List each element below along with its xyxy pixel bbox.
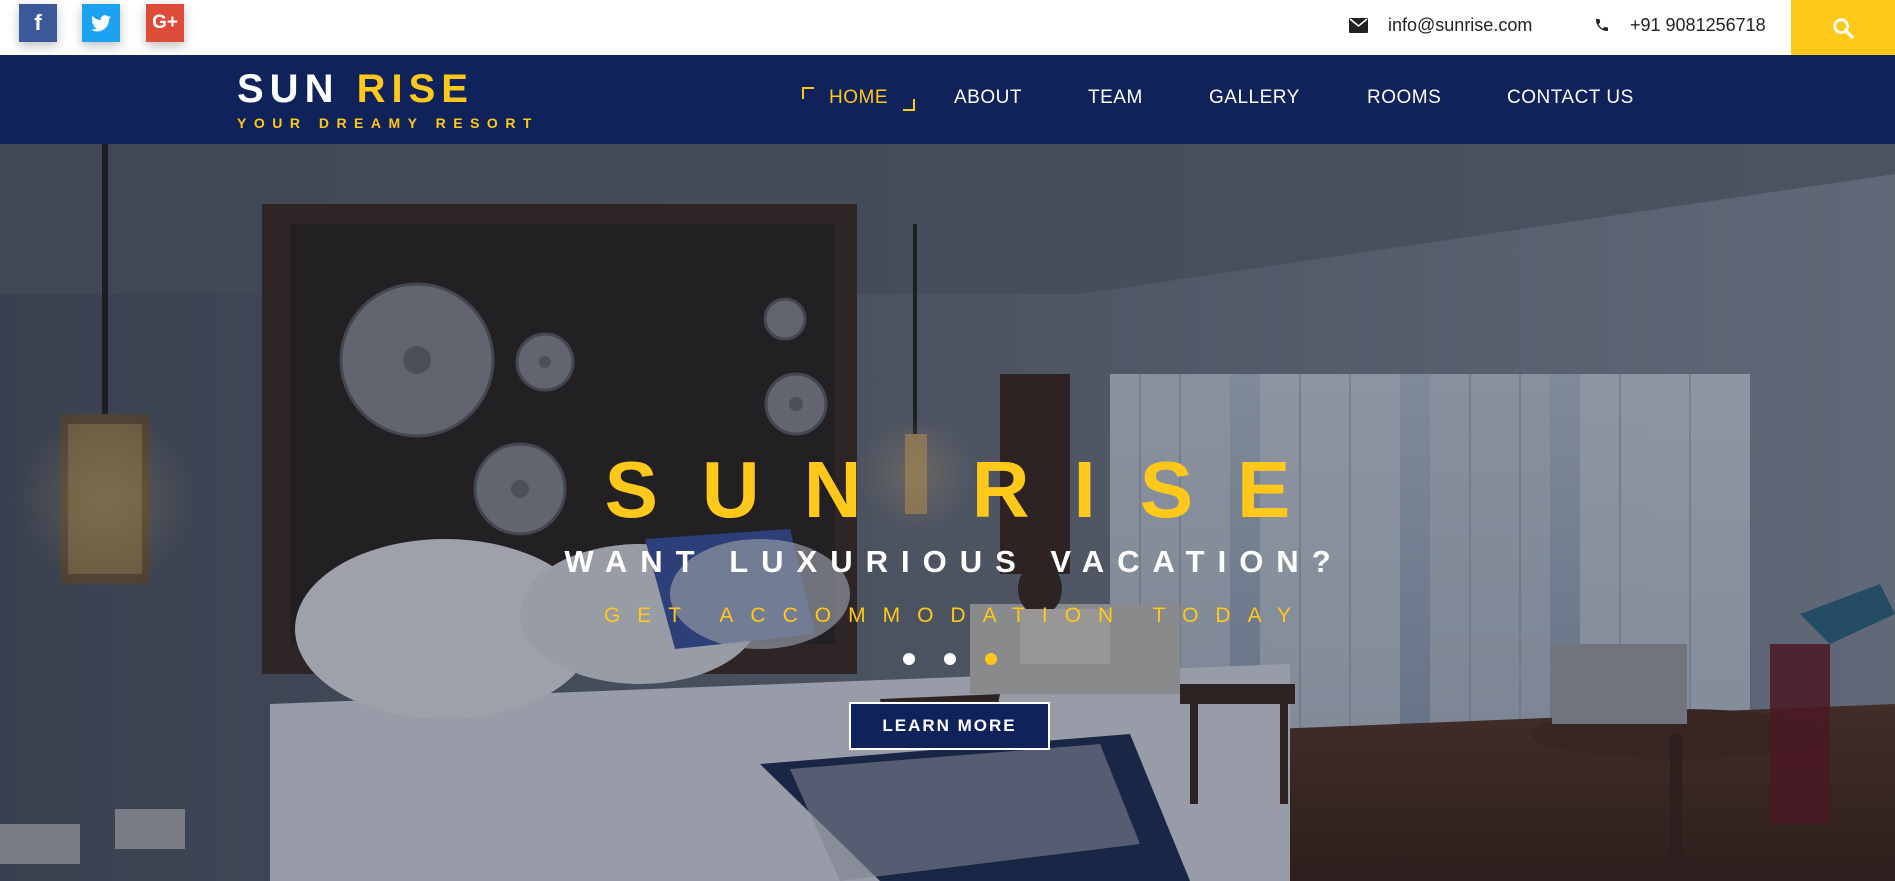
logo-word-rise: RISE — [356, 67, 474, 111]
slider-dots — [903, 653, 997, 665]
main-navbar: SUN RISE YOUR DREAMY RESORT HOME ABOUT T… — [0, 55, 1895, 144]
logo-word-sun: SUN — [237, 67, 340, 111]
nav-team[interactable]: TEAM — [1088, 87, 1143, 109]
email-text: info@sunrise.com — [1388, 14, 1533, 35]
logo-tagline: YOUR DREAMY RESORT — [237, 115, 539, 131]
active-bracket-top-left — [802, 87, 814, 99]
phone-icon — [1594, 17, 1610, 33]
search-button[interactable] — [1791, 0, 1895, 55]
hero-slider: SUN RISE WANT LUXURIOUS VACATION? GET AC… — [0, 144, 1895, 881]
nav-gallery[interactable]: GALLERY — [1209, 87, 1300, 109]
contact-email[interactable]: info@sunrise.com — [1349, 0, 1532, 50]
facebook-glyph: f — [34, 10, 42, 35]
twitter-bird-icon — [91, 14, 111, 31]
nav-contact-us[interactable]: CONTACT US — [1507, 87, 1634, 109]
slider-dot-2[interactable] — [944, 653, 956, 665]
site-logo[interactable]: SUN RISE — [237, 67, 474, 112]
slider-dot-3[interactable] — [985, 653, 997, 665]
active-bracket-bottom-right — [903, 99, 915, 111]
phone-text: +91 9081256718 — [1630, 14, 1766, 35]
envelope-icon — [1349, 17, 1368, 33]
contact-phone[interactable]: +91 9081256718 — [1594, 0, 1766, 50]
google-plus-icon[interactable]: G+ — [146, 4, 184, 42]
hero-tagline: GET ACCOMMODATION TODAY — [603, 604, 1309, 627]
hero-title: SUN RISE — [604, 445, 1335, 534]
nav-about[interactable]: ABOUT — [954, 87, 1022, 109]
slider-dot-1[interactable] — [903, 653, 915, 665]
twitter-icon[interactable] — [82, 4, 120, 42]
search-icon — [1833, 17, 1854, 39]
nav-rooms[interactable]: ROOMS — [1367, 87, 1441, 109]
facebook-icon[interactable]: f — [19, 4, 57, 42]
google-plus-glyph: G+ — [152, 12, 178, 33]
nav-home[interactable]: HOME — [829, 87, 888, 109]
hero-subtitle: WANT LUXURIOUS VACATION? — [564, 544, 1344, 579]
learn-more-button[interactable]: LEARN MORE — [849, 702, 1050, 750]
top-bar: f G+ info@sunrise.com +91 9081256718 — [0, 0, 1895, 55]
